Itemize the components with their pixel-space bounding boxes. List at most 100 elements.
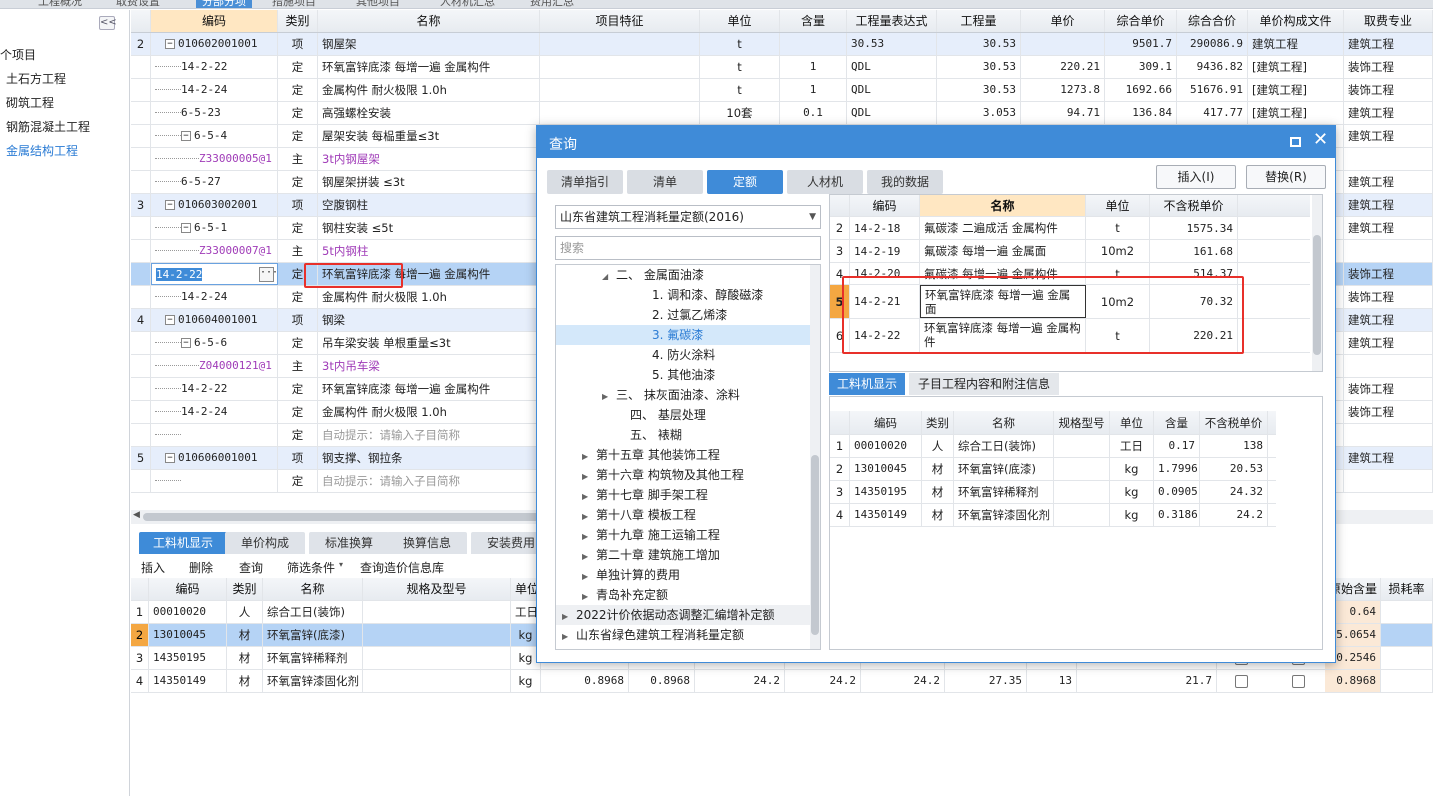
- tree-node[interactable]: ▶ 第十五章 其他装饰工程: [556, 445, 810, 465]
- table-row[interactable]: 14-2-22 定环氧富锌底漆 每增一遍 金属构件 t 1 QDL 30.53 220.21…: [131, 56, 1433, 79]
- name-cell[interactable]: 自动提示：请输入子目简称: [318, 470, 540, 492]
- column-header[interactable]: 类别: [278, 10, 318, 32]
- code-cell[interactable]: −010603002001: [151, 194, 278, 216]
- top-tab[interactable]: 工程概况: [38, 0, 82, 8]
- bottom-tab[interactable]: 工料机显示: [139, 532, 227, 554]
- name-cell[interactable]: 3t内钢屋架: [318, 148, 540, 170]
- expand-arrow-icon[interactable]: ▶: [582, 547, 596, 567]
- top-tab[interactable]: 取费设置: [116, 0, 160, 8]
- column-header[interactable]: 单位: [1086, 195, 1150, 216]
- column-header[interactable]: 类别: [227, 578, 263, 600]
- bottom-tab[interactable]: 标准换算: [309, 532, 389, 554]
- expand-arrow-icon[interactable]: ▶: [582, 507, 596, 527]
- tree-node[interactable]: 四、 基层处理: [556, 405, 810, 425]
- resource-row[interactable]: 4 14350149 材环氧富锌漆固化剂 kg 0.3186 24.2: [830, 504, 1276, 527]
- code-cell[interactable]: 14-2-22 ···: [151, 263, 278, 285]
- bottom-tab[interactable]: 换算信息: [387, 532, 467, 554]
- expand-arrow-icon[interactable]: ▶: [582, 447, 596, 467]
- expand-arrow-icon[interactable]: ▶: [582, 527, 596, 547]
- name-cell[interactable]: 5t内钢柱: [318, 240, 540, 262]
- qty-cell[interactable]: 30.53: [937, 79, 1021, 101]
- loss-rate-cell[interactable]: [1381, 601, 1433, 623]
- toolbar-button[interactable]: 查询: [239, 559, 263, 576]
- column-header[interactable]: 不含税单价: [1200, 411, 1268, 434]
- name-cell[interactable]: 金属构件 耐火极限 1.0h: [318, 286, 540, 308]
- name-cell[interactable]: 屋架安装 每榀重量≤3t: [318, 125, 540, 147]
- insert-button[interactable]: 插入(I): [1156, 165, 1236, 189]
- column-header[interactable]: 含量: [780, 10, 847, 32]
- quota-row[interactable]: 3 14-2-19 氟碳漆 每增一遍 金属面 10m2 161.68: [830, 240, 1310, 263]
- expr-cell[interactable]: QDL: [847, 102, 937, 124]
- tree-item[interactable]: 砌筑工程: [6, 94, 54, 111]
- name-cell[interactable]: 钢屋架拼装 ≤3t: [318, 171, 540, 193]
- top-tab[interactable]: 费用汇总: [530, 0, 574, 8]
- library-select[interactable]: 山东省建筑工程消耗量定额(2016) ▼: [555, 205, 821, 229]
- column-header[interactable]: 损耗率: [1381, 578, 1433, 600]
- toolbar-button[interactable]: 删除: [189, 559, 213, 576]
- code-cell[interactable]: 6-5-27: [151, 171, 278, 193]
- expand-arrow-icon[interactable]: ▶: [582, 587, 596, 607]
- code-cell[interactable]: 14-2-24: [151, 286, 278, 308]
- replace-button[interactable]: 替换(R): [1246, 165, 1326, 189]
- tree-item[interactable]: 土石方工程: [6, 70, 66, 87]
- original-qty-cell[interactable]: 0.8968: [1325, 670, 1381, 692]
- name-cell[interactable]: 钢屋架: [318, 33, 540, 55]
- search-input[interactable]: 搜索: [555, 236, 821, 260]
- tree-node[interactable]: 3. 氟碳漆: [556, 325, 810, 345]
- qty-cell[interactable]: 3.053: [937, 102, 1021, 124]
- column-header[interactable]: 名称: [920, 195, 1086, 216]
- tree-scroll-thumb[interactable]: [811, 455, 819, 635]
- name-cell[interactable]: 氟碳漆 二遍成活 金属构件: [920, 217, 1086, 239]
- name-cell[interactable]: 高强螺栓安装: [318, 102, 540, 124]
- name-cell[interactable]: 空腹钢柱: [318, 194, 540, 216]
- top-tab[interactable]: 措施项目: [272, 0, 316, 8]
- tree-node[interactable]: ▶ 三、 抹灰面油漆、涂料: [556, 385, 810, 405]
- name-cell[interactable]: 环氧富锌(底漆): [263, 624, 363, 646]
- tree-node[interactable]: 五、 裱糊: [556, 425, 810, 445]
- expand-arrow-icon[interactable]: ▶: [582, 487, 596, 507]
- toolbar-button[interactable]: 查询造价信息库: [360, 559, 444, 576]
- collapse-icon[interactable]: −: [165, 315, 175, 325]
- expr-cell[interactable]: 30.53: [847, 33, 937, 55]
- code-edit-text[interactable]: 14-2-22: [156, 268, 203, 281]
- name-cell[interactable]: 金属构件 耐火极限 1.0h: [318, 79, 540, 101]
- tree-node[interactable]: ▶ 第十九章 施工运输工程: [556, 525, 810, 545]
- collapse-icon[interactable]: −: [165, 453, 175, 463]
- qty-cell[interactable]: 30.53: [937, 33, 1021, 55]
- code-cell[interactable]: 6-5-23: [151, 102, 278, 124]
- name-cell[interactable]: 自动提示：请输入子目简称: [318, 424, 540, 446]
- collapse-icon[interactable]: −: [165, 39, 175, 49]
- resource-row[interactable]: 1 00010020 人综合工日(装饰) 工日 0.17 138: [830, 435, 1276, 458]
- tree-node[interactable]: ▶ 第十八章 模板工程: [556, 505, 810, 525]
- name-cell[interactable]: 氟碳漆 每增一遍 金属面: [920, 240, 1086, 262]
- name-cell[interactable]: 吊车梁安装 单根重量≤3t: [318, 332, 540, 354]
- quota-scroll-thumb[interactable]: [1313, 235, 1321, 355]
- code-cell[interactable]: 14-2-22: [151, 56, 278, 78]
- toolbar-button[interactable]: 插入: [141, 559, 165, 576]
- expr-cell[interactable]: QDL: [847, 56, 937, 78]
- tree-node[interactable]: 5. 其他油漆: [556, 365, 810, 385]
- bottom-table-row[interactable]: 4 14350149 材环氧富锌漆固化剂 kg 0.8968 0.8968 24.2 24.2…: [131, 670, 1433, 693]
- code-cell[interactable]: Z33000005@1: [151, 148, 278, 170]
- code-cell[interactable]: 14-2-22: [151, 378, 278, 400]
- tree-node[interactable]: ▶ 第二十章 建筑施工增加: [556, 545, 810, 565]
- table-row[interactable]: 2−010602001001 项钢屋架 t 30.53 30.53 9501.7 29008…: [131, 33, 1433, 56]
- tree-node[interactable]: ▶ 第十七章 脚手架工程: [556, 485, 810, 505]
- collapse-panel-button[interactable]: <<: [99, 16, 117, 30]
- code-cell[interactable]: 14-2-24: [151, 401, 278, 423]
- code-cell[interactable]: 14-2-24: [151, 79, 278, 101]
- code-cell[interactable]: −010602001001: [151, 33, 278, 55]
- code-cell[interactable]: [151, 470, 278, 492]
- table-row[interactable]: 14-2-24 定金属构件 耐火极限 1.0h t 1 QDL 30.53 1273.8 16…: [131, 79, 1433, 102]
- expr-cell[interactable]: QDL: [847, 79, 937, 101]
- name-cell[interactable]: 环氧富锌底漆 每增一遍 金属构件: [318, 56, 540, 78]
- quota-row[interactable]: 2 14-2-18 氟碳漆 二遍成活 金属构件 t 1575.34: [830, 217, 1310, 240]
- expand-arrow-icon[interactable]: ◢: [602, 267, 616, 287]
- column-header[interactable]: 工程量: [937, 10, 1021, 32]
- name-cell[interactable]: 钢支撑、钢拉条: [318, 447, 540, 469]
- expand-arrow-icon[interactable]: ▶: [562, 627, 576, 647]
- loss-rate-cell[interactable]: [1381, 670, 1433, 692]
- column-header[interactable]: 综合单价: [1105, 10, 1177, 32]
- collapse-icon[interactable]: −: [181, 223, 191, 233]
- sub-tab[interactable]: 子目工程内容和附注信息: [909, 373, 1059, 395]
